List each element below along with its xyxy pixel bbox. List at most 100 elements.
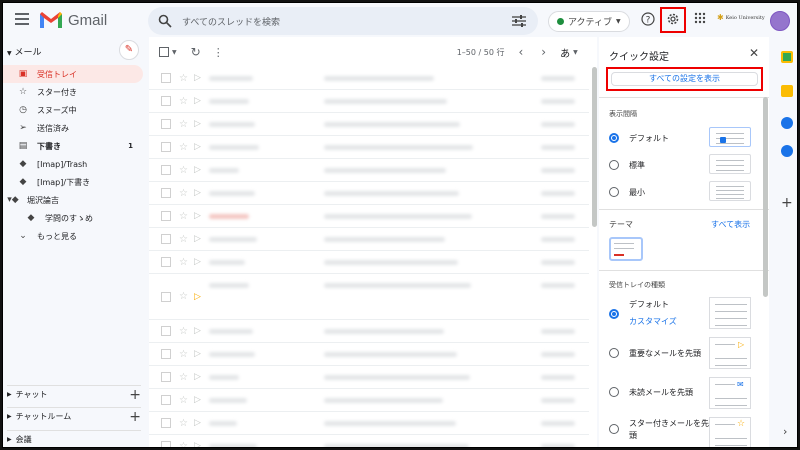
search-options-icon[interactable] xyxy=(512,15,526,27)
main-menu-icon[interactable] xyxy=(15,13,29,25)
important-icon[interactable]: ▷ xyxy=(194,257,201,267)
keep-icon[interactable] xyxy=(781,85,793,97)
table-row[interactable]: ☆ ▷ xyxy=(149,113,589,136)
table-row[interactable]: ☆ ▷ xyxy=(149,274,589,320)
star-icon[interactable]: ☆ xyxy=(179,165,188,176)
sidebar-item-imap-drafts[interactable]: ◆ [Imap]/下書き xyxy=(3,173,143,191)
inbox-default-thumbnail[interactable] xyxy=(709,297,751,329)
star-icon[interactable]: ☆ xyxy=(179,349,188,360)
help-icon[interactable]: ? xyxy=(641,12,655,26)
important-icon[interactable]: ▷ xyxy=(194,418,201,428)
important-icon[interactable]: ▷ xyxy=(194,73,201,83)
important-icon[interactable]: ▷ xyxy=(194,119,201,129)
gear-icon[interactable] xyxy=(666,12,680,26)
density-compact-radio[interactable] xyxy=(609,187,619,197)
table-row[interactable]: ☆ ▷ xyxy=(149,389,589,412)
row-checkbox[interactable] xyxy=(161,165,171,175)
star-icon[interactable]: ☆ xyxy=(179,119,188,130)
sidebar-item-imap-trash[interactable]: ◆ [Imap]/Trash xyxy=(3,155,143,173)
star-icon[interactable]: ☆ xyxy=(179,234,188,245)
table-row[interactable]: ☆ ▷ xyxy=(149,251,589,274)
apps-grid-icon[interactable] xyxy=(694,12,706,24)
sidebar-chat-section[interactable]: ▶ チャット + xyxy=(7,385,141,403)
sidebar-item-drafts[interactable]: ▤ 下書き 1 xyxy=(3,137,143,155)
all-settings-button[interactable]: すべての設定を表示 xyxy=(611,72,758,86)
search-input[interactable]: すべてのスレッドを検索 xyxy=(182,15,280,28)
star-icon[interactable]: ☆ xyxy=(179,188,188,199)
more-options-icon[interactable]: ⋮ xyxy=(213,46,224,59)
row-checkbox[interactable] xyxy=(161,418,171,428)
important-icon[interactable]: ▷ xyxy=(194,372,201,382)
table-row[interactable]: ☆ ▷ xyxy=(149,343,589,366)
density-default-thumbnail[interactable] xyxy=(709,127,751,147)
table-row[interactable]: ☆ ▷ xyxy=(149,182,589,205)
star-icon[interactable]: ☆ xyxy=(179,96,188,107)
sidebar-item-sent[interactable]: ➢ 送信済み xyxy=(3,119,143,137)
contacts-icon[interactable] xyxy=(781,145,793,157)
star-icon[interactable]: ☆ xyxy=(179,142,188,153)
next-page-icon[interactable]: › xyxy=(541,45,546,59)
add-chat-icon[interactable]: + xyxy=(129,387,141,403)
inbox-important-thumbnail[interactable]: ▷ xyxy=(709,337,751,369)
inbox-starred-radio[interactable] xyxy=(609,424,619,434)
row-checkbox[interactable] xyxy=(161,211,171,221)
table-row[interactable]: ☆ ▷ xyxy=(149,228,589,251)
important-icon[interactable]: ▷ xyxy=(194,395,201,405)
row-checkbox[interactable] xyxy=(161,119,171,129)
table-row[interactable]: ☆ ▷ xyxy=(149,366,589,389)
table-row[interactable]: ☆ ▷ xyxy=(149,205,589,228)
gmail-logo[interactable]: Gmail xyxy=(39,11,107,29)
sidebar-item-snoozed[interactable]: ◷ スヌーズ中 xyxy=(3,101,143,119)
table-row[interactable]: ☆ ▷ xyxy=(149,412,589,435)
row-checkbox[interactable] xyxy=(161,291,171,302)
customize-link[interactable]: カスタマイズ xyxy=(629,316,677,327)
important-icon[interactable]: ▷ xyxy=(194,326,201,336)
density-compact-thumbnail[interactable] xyxy=(709,181,751,201)
density-standard-radio[interactable] xyxy=(609,160,619,170)
important-icon[interactable]: ▷ xyxy=(194,188,201,198)
important-icon[interactable]: ▷ xyxy=(194,96,201,106)
inbox-starred-thumbnail[interactable]: ☆ xyxy=(709,417,751,447)
tasks-icon[interactable] xyxy=(781,117,793,129)
table-row[interactable]: ☆ ▷ xyxy=(149,435,589,448)
star-icon[interactable]: ☆ xyxy=(179,372,188,383)
important-icon[interactable]: ▷ xyxy=(194,292,201,302)
density-default-radio[interactable] xyxy=(609,133,619,143)
inbox-default-radio[interactable] xyxy=(609,309,619,319)
important-icon[interactable]: ▷ xyxy=(194,441,201,447)
sidebar-rooms-section[interactable]: ▶ チャットルーム + xyxy=(7,407,141,425)
compose-button[interactable]: ✎ xyxy=(119,40,139,60)
sidebar-item-inbox[interactable]: ▣ 受信トレイ xyxy=(3,65,143,83)
star-icon[interactable]: ☆ xyxy=(179,211,188,222)
select-menu-icon[interactable]: ▼ xyxy=(172,49,177,56)
quick-settings-scrollbar[interactable] xyxy=(763,97,768,297)
row-checkbox[interactable] xyxy=(161,73,171,83)
close-icon[interactable]: ✕ xyxy=(749,46,759,60)
important-icon[interactable]: ▷ xyxy=(194,211,201,221)
important-icon[interactable]: ▷ xyxy=(194,165,201,175)
row-checkbox[interactable] xyxy=(161,188,171,198)
sidebar-item-starred[interactable]: ☆ スター付き xyxy=(3,83,143,101)
star-icon[interactable]: ☆ xyxy=(179,73,188,84)
add-addon-icon[interactable]: + xyxy=(781,195,793,211)
star-icon[interactable]: ☆ xyxy=(179,257,188,268)
star-icon[interactable]: ☆ xyxy=(179,395,188,406)
theme-thumbnail[interactable] xyxy=(609,237,643,261)
star-icon[interactable]: ☆ xyxy=(179,441,188,448)
input-tool-button[interactable]: あ xyxy=(560,45,570,60)
list-scrollbar[interactable] xyxy=(592,67,597,227)
row-checkbox[interactable] xyxy=(161,441,171,447)
sidebar-mail-header[interactable]: ▼ メール xyxy=(7,45,42,58)
table-row[interactable]: ☆ ▷ xyxy=(149,320,589,343)
org-logo[interactable]: ✱ Keio University xyxy=(717,13,765,22)
row-checkbox[interactable] xyxy=(161,349,171,359)
row-checkbox[interactable] xyxy=(161,142,171,152)
refresh-icon[interactable]: ↻ xyxy=(191,45,201,59)
important-icon[interactable]: ▷ xyxy=(194,234,201,244)
row-checkbox[interactable] xyxy=(161,372,171,382)
add-room-icon[interactable]: + xyxy=(129,409,141,425)
status-button[interactable]: アクティブ ▼ xyxy=(548,11,630,32)
avatar[interactable] xyxy=(770,11,790,31)
important-icon[interactable]: ▷ xyxy=(194,142,201,152)
input-tool-dropdown-icon[interactable]: ▼ xyxy=(573,49,578,56)
